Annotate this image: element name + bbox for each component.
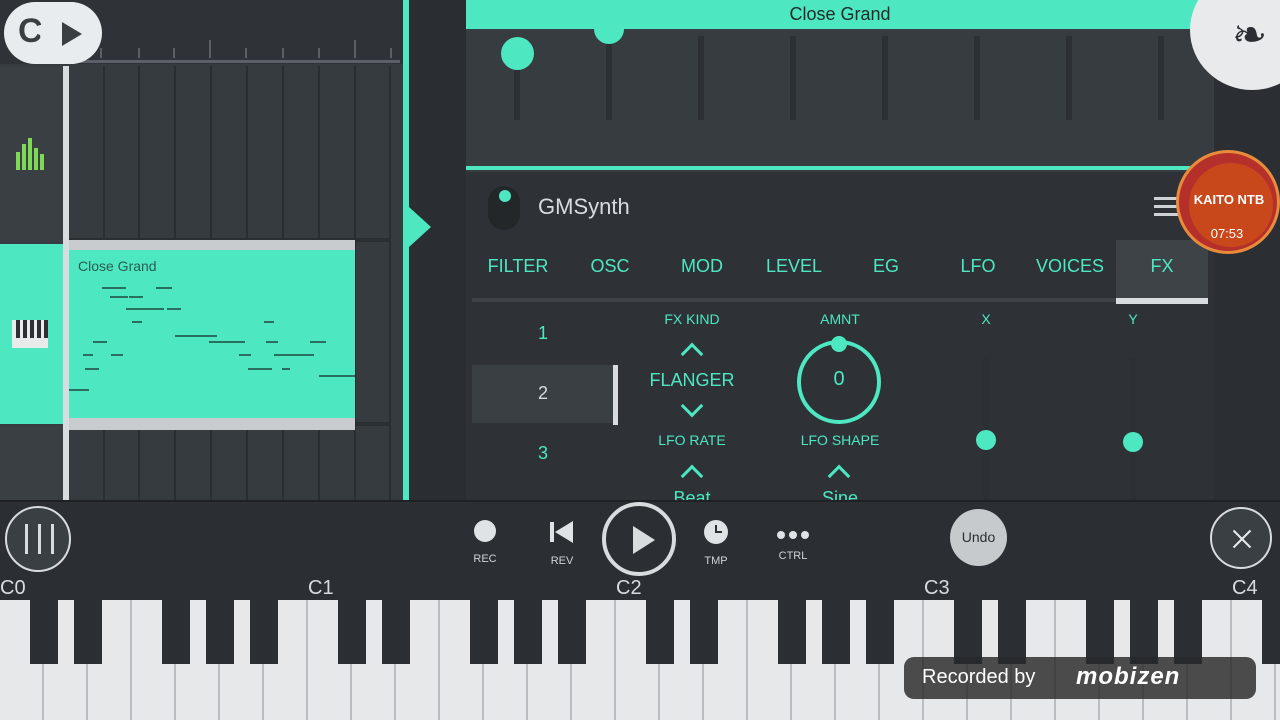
lfo-rate-label: LFO RATE [658, 432, 726, 448]
lfo-rate-value[interactable]: Beat [632, 488, 752, 500]
black-key[interactable] [30, 600, 58, 664]
c-mode-icon: C [18, 12, 43, 50]
fx-slot-scrollbar[interactable] [613, 365, 618, 425]
rec-button[interactable]: REC [457, 520, 513, 565]
undo-button[interactable]: Undo [950, 509, 1007, 566]
synth-tabs: FILTER OSC MOD LEVEL EG LFO VOICES FX [472, 240, 1208, 298]
octave-label-c3: C3 [924, 577, 950, 599]
amnt-label: AMNT [820, 311, 860, 327]
y-label: Y [1128, 311, 1138, 327]
track-header-2[interactable] [0, 244, 64, 424]
synth-power-toggle[interactable] [488, 186, 520, 230]
black-key[interactable] [1262, 600, 1280, 664]
mixer-button[interactable] [5, 506, 71, 572]
skip-back-icon [548, 520, 576, 544]
black-key[interactable] [998, 600, 1026, 664]
track-header-1[interactable] [0, 66, 64, 242]
tab-eg[interactable]: EG [840, 240, 932, 298]
x-slider-thumb[interactable] [976, 430, 996, 450]
black-key[interactable] [690, 600, 718, 664]
y-slider-thumb[interactable] [1123, 432, 1143, 452]
fx-slot-2[interactable]: 2 [472, 365, 614, 423]
octave-label-c0: C0 [0, 577, 26, 599]
recorded-by-text: Recorded by [922, 666, 1036, 688]
black-key[interactable] [382, 600, 410, 664]
black-key[interactable] [338, 600, 366, 664]
piano-keys-icon [12, 320, 48, 348]
x-label: X [981, 311, 991, 327]
black-key[interactable] [1130, 600, 1158, 664]
tab-voices[interactable]: VOICES [1024, 240, 1116, 298]
x-slider-track[interactable] [983, 358, 989, 500]
clip-title: Close Grand [78, 258, 157, 274]
avatar-time: 07:53 [1210, 226, 1244, 241]
playlist-mode-toggle[interactable]: C [4, 2, 102, 64]
playhead-marker[interactable] [63, 66, 69, 500]
fruit-logo-icon: ❧ [1232, 11, 1268, 58]
tab-level[interactable]: LEVEL [748, 240, 840, 298]
fl-studio-mobile-screen: C Close Grand Close Grand ❧ GMSynth FILT… [0, 0, 1280, 720]
black-key[interactable] [954, 600, 982, 664]
hamburger-menu-icon[interactable] [1154, 197, 1178, 217]
recording-watermark: Recorded by mobizen [904, 657, 1256, 699]
y-slider-track[interactable] [1130, 358, 1136, 500]
tab-fx[interactable]: FX [1116, 240, 1208, 298]
black-key[interactable] [162, 600, 190, 664]
record-icon [474, 520, 496, 542]
channel-title: Close Grand [789, 4, 891, 24]
ctrl-label: CTRL [778, 550, 808, 562]
tab-mod[interactable]: MOD [656, 240, 748, 298]
fx-kind-label: FX KIND [664, 311, 720, 327]
expand-arrow-icon[interactable] [409, 207, 431, 247]
channel-title-bar[interactable]: Close Grand [466, 0, 1280, 29]
octave-label-c4: C4 [1232, 577, 1258, 599]
black-key[interactable] [470, 600, 498, 664]
play-button[interactable] [602, 502, 676, 576]
amnt-knob-indicator [831, 336, 847, 352]
black-key[interactable] [866, 600, 894, 664]
black-key[interactable] [778, 600, 806, 664]
fx-slot-1[interactable]: 1 [472, 305, 614, 363]
black-key[interactable] [74, 600, 102, 664]
lfo-shape-value[interactable]: Sine [780, 488, 900, 500]
clock-icon [704, 520, 728, 544]
pattern-clip[interactable]: Close Grand [69, 250, 355, 418]
black-key[interactable] [250, 600, 278, 664]
octave-labels: C0 C1 C2 C3 C4 [0, 577, 1280, 600]
more-dots-icon [775, 520, 811, 544]
lfo-shape-label: LFO SHAPE [800, 432, 880, 448]
tab-filter[interactable]: FILTER [472, 240, 564, 298]
black-key[interactable] [646, 600, 674, 664]
amnt-value: 0 [833, 368, 845, 390]
octave-label-c2: C2 [616, 577, 642, 599]
black-key[interactable] [514, 600, 542, 664]
tempo-button[interactable]: TMP [688, 520, 744, 567]
rec-label: REC [473, 553, 497, 565]
fx-slot-list: 1 2 3 [472, 305, 614, 500]
equalizer-bars-icon [16, 138, 46, 170]
black-key[interactable] [822, 600, 850, 664]
synth-name: GMSynth [538, 194, 630, 219]
black-key[interactable] [206, 600, 234, 664]
tmp-label: TMP [704, 555, 728, 567]
tab-lfo[interactable]: LFO [932, 240, 1024, 298]
black-key[interactable] [558, 600, 586, 664]
play-icon [633, 526, 655, 554]
close-button[interactable] [1210, 507, 1272, 569]
tab-osc[interactable]: OSC [564, 240, 656, 298]
rev-button[interactable]: REV [534, 520, 590, 567]
track-header-3[interactable] [0, 426, 64, 500]
black-key[interactable] [1086, 600, 1114, 664]
ctrl-button[interactable]: CTRL [765, 520, 821, 562]
rev-label: REV [550, 555, 574, 567]
fx-slot-3[interactable]: 3 [472, 425, 614, 483]
black-key[interactable] [1174, 600, 1202, 664]
octave-label-c1: C1 [308, 577, 334, 599]
fx-kind-value[interactable]: FLANGER [632, 370, 752, 391]
volume-knob[interactable] [501, 37, 534, 70]
avatar-name: KAITO NTB [1193, 192, 1265, 207]
active-tab-indicator [1116, 298, 1208, 304]
recorder-brand-logo: mobizen [1076, 663, 1181, 690]
